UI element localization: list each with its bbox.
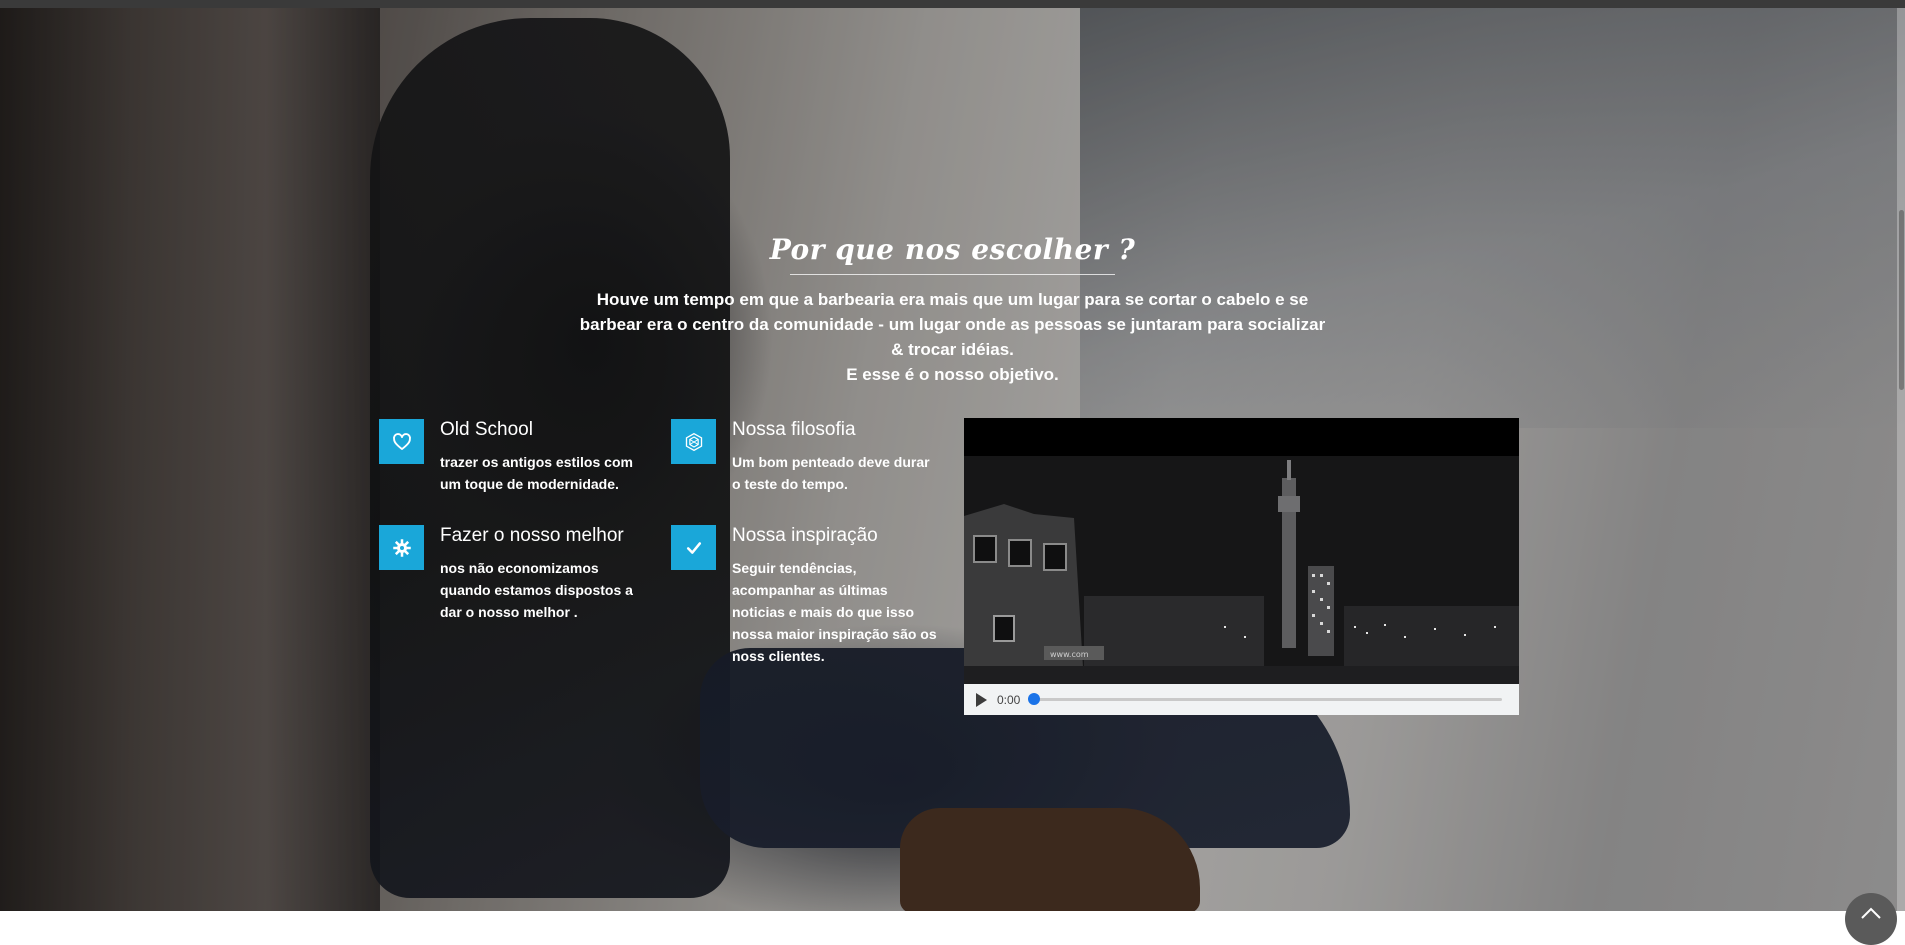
hexagon-icon [671, 419, 716, 464]
gear-icon [379, 525, 424, 570]
feature-title: Fazer o nosso melhor [440, 525, 624, 546]
intro-text: Houve um tempo em que a barbearia era ma… [570, 287, 1335, 387]
play-icon[interactable] [976, 692, 987, 707]
top-bar [0, 0, 1905, 8]
background-overlay [0, 8, 1905, 911]
section-title: Por que nos escolher ? [769, 233, 1136, 267]
back-to-top-button[interactable] [1845, 893, 1897, 945]
scrollbar-thumb[interactable] [1899, 210, 1904, 390]
scrollbar[interactable] [1897, 8, 1905, 911]
intro-line: barbear era o centro da comunidade - um … [579, 315, 1326, 334]
video-frame[interactable]: www.com [964, 456, 1519, 684]
feature-title: Nossa inspiração [732, 525, 878, 546]
city-night-thumbnail: www.com [964, 456, 1519, 684]
feature-description: Um bom penteado deve durar o teste do te… [732, 454, 930, 492]
title-divider [790, 274, 1115, 275]
intro-line: Houve um tempo em que a barbearia era ma… [596, 290, 1309, 309]
feature-title: Old School [440, 419, 533, 440]
feature-description: nos não economizamos quando estamos disp… [440, 560, 633, 620]
seek-bar[interactable] [1028, 693, 1503, 705]
intro-line: & trocar idéias. [891, 340, 1014, 359]
chevron-up-icon [1861, 907, 1881, 919]
feature-description: trazer os antigos estilos com um toque d… [440, 454, 633, 492]
feature-title: Nossa filosofia [732, 419, 856, 440]
intro-line: E esse é o nosso objetivo. [846, 365, 1059, 384]
video-controls: 0:00 [964, 684, 1519, 715]
banner-text: www.com [1050, 650, 1089, 659]
feature-description: Seguir tendências, acompanhar as últimas… [732, 560, 937, 664]
hero-background [0, 8, 1905, 911]
video-player[interactable]: www.com 0:00 [964, 418, 1519, 715]
heart-icon [379, 419, 424, 464]
seek-handle[interactable] [1028, 693, 1041, 705]
check-icon [671, 525, 716, 570]
video-time: 0:00 [997, 692, 1021, 707]
